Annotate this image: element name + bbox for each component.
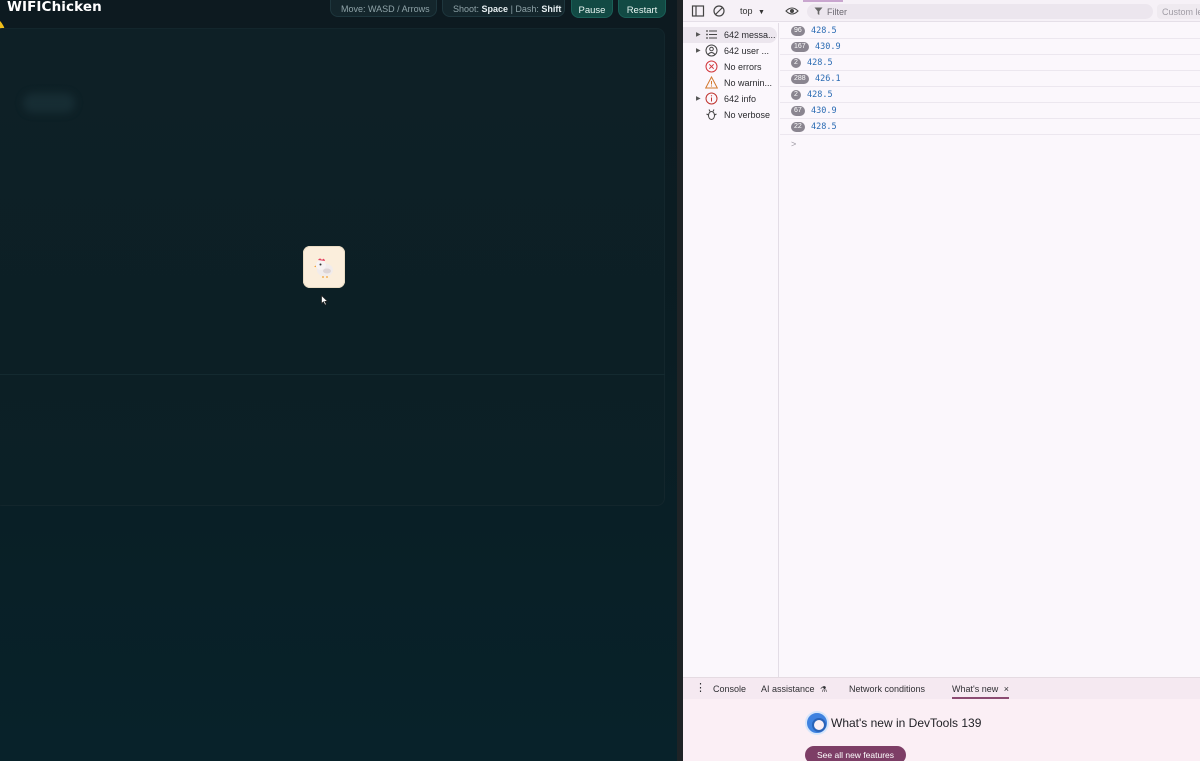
- repeat-count-badge: 2: [791, 90, 801, 100]
- warning-icon: [705, 76, 718, 89]
- log-row[interactable]: 167 430.9: [780, 39, 1200, 55]
- whats-new-panel: What's new in DevTools 139 See all new f…: [683, 699, 1200, 761]
- user-icon: [705, 44, 718, 57]
- dash-key: Shift: [541, 4, 562, 14]
- repeat-count-badge: 2: [791, 58, 801, 68]
- filter-placeholder: Filter: [827, 7, 847, 17]
- sidebar-item-label: 642 user ...: [724, 46, 770, 56]
- log-value: 428.5: [811, 122, 837, 132]
- log-row[interactable]: 2 428.5: [780, 87, 1200, 103]
- repeat-count-badge: 67: [791, 106, 805, 116]
- filter-input[interactable]: Filter: [807, 4, 1153, 19]
- tab-label: AI assistance: [761, 684, 815, 694]
- tab-accent: [803, 0, 843, 2]
- expand-arrow-icon: ▶: [696, 48, 701, 54]
- console-sidebar: ▶ 642 messa... ▶ 642 user ... No errors: [683, 23, 779, 677]
- pause-button[interactable]: Pause: [571, 0, 613, 18]
- tab-console[interactable]: Console: [713, 684, 746, 694]
- sidebar-item-label: No verbose: [724, 110, 771, 120]
- log-value: 430.9: [815, 42, 841, 52]
- custom-levels-dropdown[interactable]: Custom le: [1157, 4, 1200, 19]
- log-row[interactable]: 67 430.9: [780, 103, 1200, 119]
- shoot-dash-hint: Shoot: Space | Dash: Shift: [442, 0, 565, 17]
- log-row[interactable]: 22 428.5: [780, 119, 1200, 135]
- console-log: 96 428.5 167 430.9 2 428.5 288 426.1 2 4…: [780, 23, 1200, 677]
- console-prompt[interactable]: >: [791, 139, 796, 149]
- repeat-count-badge: 288: [791, 74, 809, 84]
- log-value: 426.1: [815, 74, 841, 84]
- tab-ai-assistance[interactable]: AI assistance ⚗: [761, 684, 827, 694]
- filter-icon: [814, 7, 823, 15]
- sidebar-item-messages[interactable]: ▶ 642 messa...: [683, 27, 777, 43]
- sidebar-item-label: 642 info: [724, 94, 757, 104]
- move-hint-text: Move: WASD / Arrows: [341, 4, 430, 14]
- sidebar-item-verbose[interactable]: No verbose: [683, 107, 779, 123]
- more-tools-icon[interactable]: ⋮: [695, 681, 706, 694]
- expand-arrow-icon: ▶: [696, 96, 701, 102]
- error-icon: [705, 60, 718, 73]
- sidebar-toggle-icon[interactable]: [691, 4, 705, 18]
- game-pane: WIFIChicken Move: WASD / Arrows Shoot: S…: [0, 0, 677, 761]
- log-value: 428.5: [807, 58, 833, 68]
- chicken-icon: [314, 258, 333, 278]
- list-icon: [706, 30, 717, 39]
- log-value: 428.5: [807, 90, 833, 100]
- log-value: 430.9: [811, 106, 837, 116]
- dash-hint-prefix: | Dash:: [508, 4, 542, 14]
- app-title: WIFIChicken: [7, 0, 102, 15]
- repeat-count-badge: 167: [791, 42, 809, 52]
- arena-lower-panel: [0, 374, 665, 506]
- repeat-count-badge: 22: [791, 122, 805, 132]
- sidebar-item-errors[interactable]: No errors: [683, 59, 779, 75]
- player-chicken[interactable]: [303, 246, 345, 288]
- close-icon[interactable]: ×: [1004, 684, 1009, 694]
- tab-whats-new[interactable]: What's new ×: [952, 684, 1010, 699]
- devtools-logo-icon: [805, 711, 829, 735]
- log-row[interactable]: 2 428.5: [780, 55, 1200, 71]
- live-expression-eye-icon[interactable]: [785, 4, 799, 18]
- sidebar-item-label: No errors: [724, 62, 762, 72]
- context-label: top: [740, 6, 753, 16]
- shoot-key: Space: [481, 4, 509, 14]
- sidebar-item-user-messages[interactable]: ▶ 642 user ...: [683, 43, 779, 59]
- context-selector[interactable]: top ▼: [740, 6, 765, 16]
- devtools-panel: top ▼ Filter Custom le ▶ 642 messa... ▶ …: [677, 0, 1200, 761]
- bug-icon: [706, 109, 717, 120]
- whats-new-title: What's new in DevTools 139: [831, 716, 982, 730]
- shoot-hint-prefix: Shoot:: [453, 4, 482, 14]
- move-hint: Move: WASD / Arrows: [330, 0, 437, 17]
- sidebar-item-label: 642 messa...: [724, 30, 776, 40]
- mouse-cursor-icon: [321, 295, 329, 306]
- sidebar-item-info[interactable]: ▶ 642 info: [683, 91, 779, 107]
- repeat-count-badge: 96: [791, 26, 805, 36]
- log-value: 428.5: [811, 26, 837, 36]
- sidebar-item-warnings[interactable]: No warnin...: [683, 75, 779, 91]
- custom-levels-label: Custom le: [1162, 7, 1200, 17]
- see-all-features-button[interactable]: See all new features: [805, 746, 906, 761]
- log-row[interactable]: 288 426.1: [780, 71, 1200, 87]
- tab-network-conditions[interactable]: Network conditions: [849, 684, 925, 694]
- drawer-tab-bar: ⋮ Console AI assistance ⚗ Network condit…: [683, 677, 1200, 699]
- chevron-down-icon: ▼: [758, 9, 765, 16]
- expand-arrow-icon: ▶: [696, 32, 701, 38]
- info-icon: [705, 92, 718, 105]
- console-toolbar: top ▼ Filter Custom le: [683, 0, 1200, 22]
- restart-button[interactable]: Restart: [618, 0, 666, 18]
- clear-console-icon[interactable]: [712, 4, 726, 18]
- arena-shadow: [23, 93, 75, 113]
- tab-label: What's new: [952, 684, 999, 694]
- sidebar-item-label: No warnin...: [724, 78, 773, 88]
- flask-icon: ⚗: [820, 685, 828, 694]
- log-row[interactable]: 96 428.5: [780, 23, 1200, 39]
